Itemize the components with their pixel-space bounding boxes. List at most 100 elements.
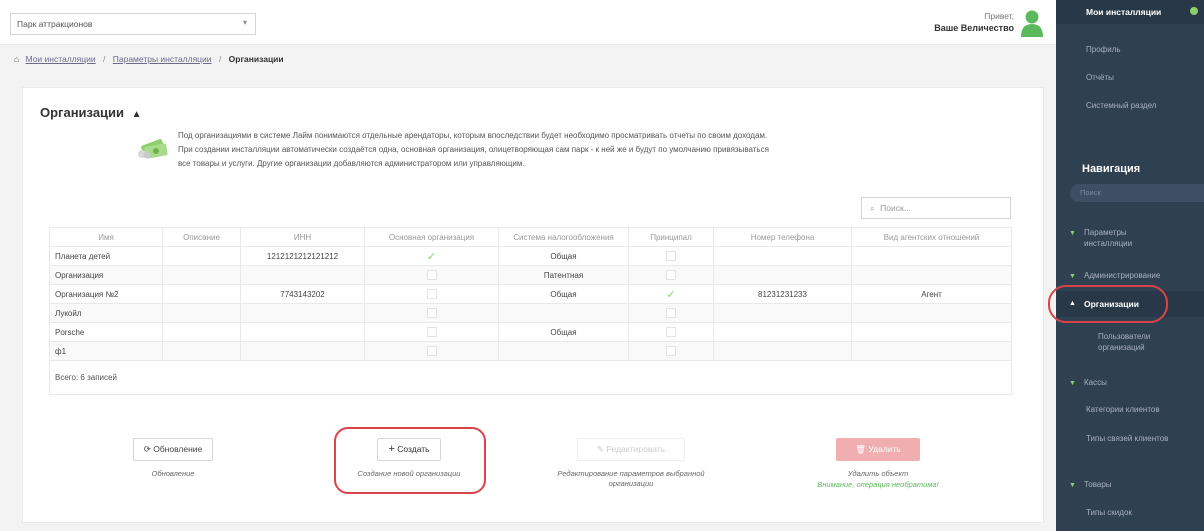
agent-cell: Агент [851,284,1012,304]
checkmark-icon: ✓ [426,250,437,263]
main-area: Парк аттракционов ▾ Привет, Ваше Величес… [0,0,1056,531]
checkbox-icon [666,270,676,280]
greeting: Привет, Ваше Величество [934,10,1014,34]
breadcrumb-params[interactable]: Параметры инсталляции [113,54,212,64]
checkbox-icon [666,327,676,337]
phone-cell [713,341,852,361]
checkbox-icon [426,289,437,299]
park-select-value: Парк аттракционов [17,19,93,29]
inn-cell [240,303,365,323]
principal-cell [628,303,714,323]
column-header[interactable]: Основная организация [364,227,499,247]
phone-cell [713,265,852,285]
inn-cell [240,341,365,361]
refresh-icon: ⟳ [143,444,151,454]
name-cell: Планета детей [49,246,163,266]
caret-down-icon: ▼ [1069,230,1076,237]
name-cell: Porsche [49,322,163,342]
table-row[interactable]: Лукойл [49,303,1012,323]
sidebar-item-link-types[interactable]: Типы связей клиентов [1056,433,1176,444]
sidebar-item-admin[interactable]: ▼ Администрирование [1056,270,1204,281]
delete-caption: Удалить объект [847,469,909,478]
panel-title-text: Организации [40,105,125,120]
column-header[interactable]: Принципал [628,227,714,247]
organizations-table: Имя Описание ИНН Основная организация Си… [49,227,1012,395]
edit-block: ✎ Редактировать Редактирование параметро… [551,438,711,489]
name-cell: Лукойл [49,303,163,323]
delete-button[interactable]: 🗑 Удалить [836,438,920,461]
phone-cell [713,322,852,342]
principal-cell [628,246,714,266]
table-row[interactable]: ф1 [49,341,1012,361]
agent-cell [851,341,1012,361]
breadcrumb-installations[interactable]: Мои инсталляции [26,54,96,64]
refresh-button[interactable]: ⟳ Обновление [132,438,214,461]
money-icon [138,139,168,159]
sidebar-item-params[interactable]: ▼ Параметры инсталляции [1056,227,1176,249]
total-count: Всего: 6 записей [49,360,1012,395]
trash-icon: 🗑 [855,444,866,454]
search-icon: ⌕ [870,203,875,213]
park-select[interactable]: Парк аттракционов ▾ [10,13,256,35]
table-search-input[interactable]: ⌕ Поиск... [861,197,1011,219]
panel-title[interactable]: Организации ▲ [40,105,142,120]
caret-down-icon: ▼ [1069,273,1076,280]
sidebar-item-client-categories[interactable]: Категории клиентов [1056,404,1204,415]
chevron-up-icon[interactable]: ▲ [132,109,142,120]
principal-cell [628,265,714,285]
refresh-caption: Обновление [151,469,195,478]
sidebar: Мои инсталляции Профиль Отчёты Системный… [1056,0,1204,531]
phone-cell [713,303,852,323]
table-row[interactable]: Организация Патентная [49,265,1012,285]
description-line: При создании инсталляции автоматически с… [178,145,769,154]
search-placeholder: Поиск... [880,203,911,213]
sidebar-item-goods[interactable]: ▼ Товары [1056,479,1204,490]
sidebar-item-system[interactable]: Системный раздел [1056,101,1204,110]
tax-cell: Общая [498,284,629,304]
top-bar: Парк аттракционов ▾ Привет, Ваше Величес… [0,0,1056,45]
table-row[interactable]: Porsche Общая [49,322,1012,342]
tax-cell: Общая [498,322,629,342]
sidebar-item-label: Кассы [1084,378,1107,387]
main-cell: ✓ [364,246,499,266]
highlight-circle [1048,285,1168,323]
tax-cell [498,341,629,361]
main-cell [364,303,499,323]
nav-title: Навигация [1082,163,1141,175]
user-avatar-icon[interactable] [1020,9,1044,37]
breadcrumb-separator: / [218,54,222,64]
main-cell [364,341,499,361]
sidebar-item-installations[interactable]: Мои инсталляции [1056,0,1204,24]
tax-cell: Общая [498,246,629,266]
column-header[interactable]: Описание [162,227,241,247]
sidebar-item-profile[interactable]: Профиль [1056,45,1204,54]
column-header[interactable]: Вид агентских отношений [851,227,1012,247]
desc-cell [162,341,241,361]
inn-cell [240,265,365,285]
delete-warning: Внимание, операция необратима! [817,480,939,489]
edit-button[interactable]: ✎ Редактировать [577,438,685,461]
main-cell [364,284,499,304]
sidebar-item-reports[interactable]: Отчёты [1056,73,1204,82]
checkmark-icon: ✓ [666,288,676,301]
column-header[interactable]: Имя [49,227,163,247]
breadcrumb: ⌂ Мои инсталляции / Параметры инсталляци… [14,54,284,64]
sidebar-item-org-users[interactable]: Пользователи организаций [1056,331,1196,353]
checkbox-icon [426,308,437,318]
table-total-row: Всего: 6 записей [49,360,1012,395]
delete-block: 🗑 Удалить Удалить объект Внимание, опера… [803,438,953,490]
sidebar-item-cash[interactable]: ▼ Кассы [1056,377,1204,388]
column-header[interactable]: ИНН [240,227,365,247]
sidebar-search-input[interactable]: Поиск [1070,184,1204,202]
desc-cell [162,284,241,304]
home-icon[interactable]: ⌂ [14,54,19,64]
table-row[interactable]: Организация №2 7743143202 Общая ✓ 8123123123… [49,284,1012,304]
column-header[interactable]: Система налогообложения [498,227,629,247]
column-header[interactable]: Номер телефона [713,227,852,247]
sidebar-item-label: Товары [1084,480,1112,489]
principal-cell [628,341,714,361]
inn-cell [240,322,365,342]
sidebar-item-discount-types[interactable]: Типы скидок [1056,507,1204,518]
table-row[interactable]: Планета детей 1212121212121212 ✓ Общая [49,246,1012,266]
principal-cell [628,322,714,342]
